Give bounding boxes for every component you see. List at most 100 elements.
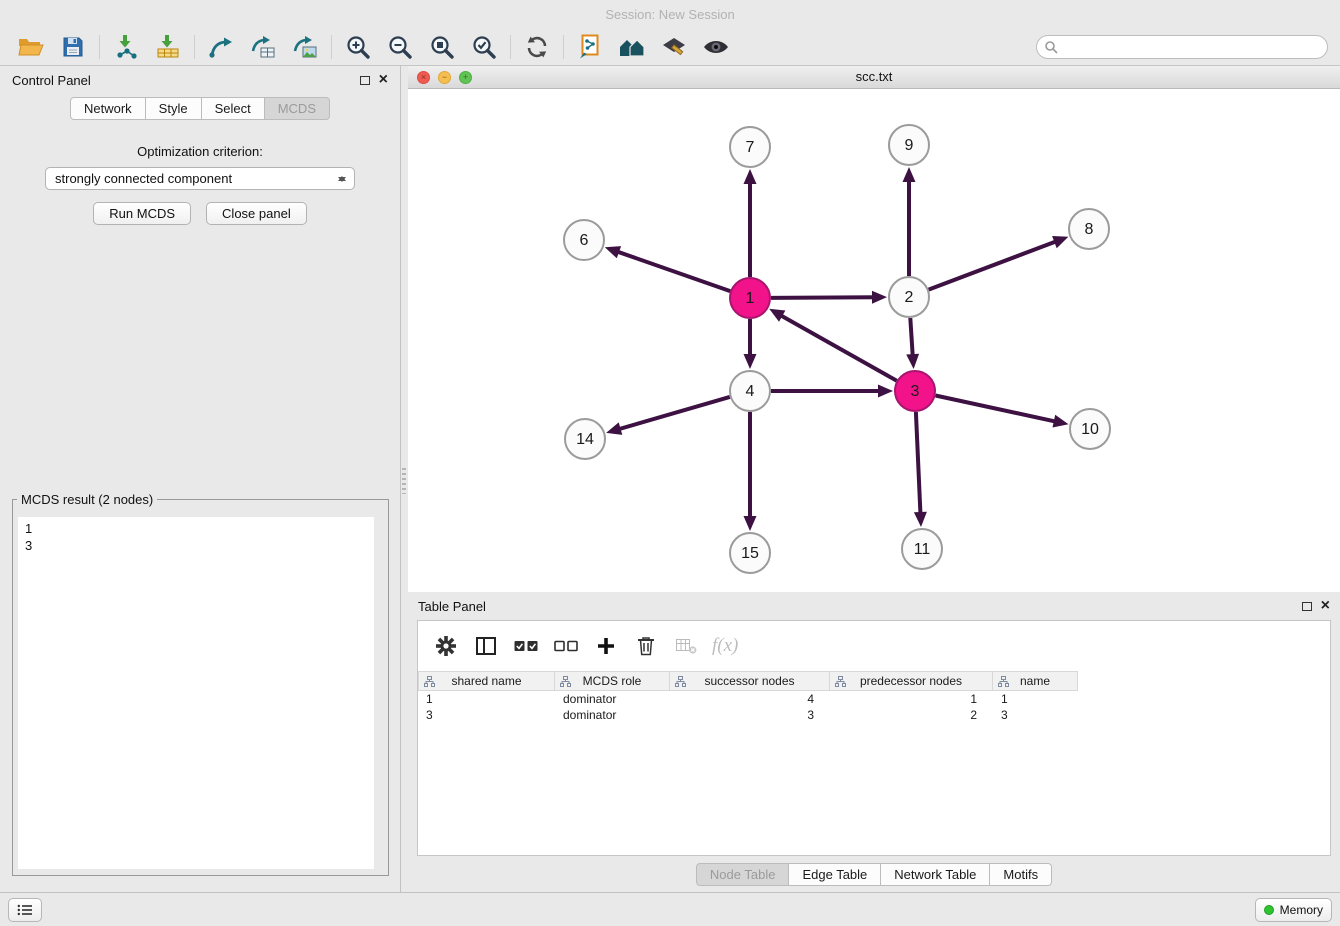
edge-arrowhead xyxy=(914,512,927,527)
graph-edge-2-8[interactable] xyxy=(929,241,1058,290)
column-header-mcds-role[interactable]: MCDS role xyxy=(555,671,670,691)
network-overview-button[interactable] xyxy=(569,31,611,63)
toggle-column-button[interactable] xyxy=(470,629,502,663)
table-cell: 3 xyxy=(670,707,830,723)
mcds-panel: Optimization criterion: strongly connect… xyxy=(0,144,400,225)
zoom-selected-button[interactable] xyxy=(463,31,505,63)
graph-edge-3-1[interactable] xyxy=(780,315,897,381)
search-input[interactable] xyxy=(1036,35,1328,59)
delete-row-button[interactable] xyxy=(630,629,662,663)
memory-dot-icon xyxy=(1264,905,1274,915)
optimization-select[interactable]: strongly connected component xyxy=(45,167,355,190)
memory-button[interactable]: Memory xyxy=(1255,898,1332,922)
network-canvas[interactable]: 7968124314101511 xyxy=(408,89,1340,593)
column-header-label: MCDS role xyxy=(583,674,642,688)
edge-arrowhead xyxy=(903,167,916,182)
tab-edge-table[interactable]: Edge Table xyxy=(789,863,881,886)
graph-node-label: 14 xyxy=(576,431,594,448)
column-header-name[interactable]: name xyxy=(993,671,1078,691)
export-table-button[interactable] xyxy=(242,31,284,63)
graph-node-label: 3 xyxy=(911,383,920,400)
table-cell: dominator xyxy=(555,707,670,723)
panel-divider[interactable] xyxy=(401,66,408,892)
function-builder-button[interactable]: f(x) xyxy=(712,635,738,657)
list-icon xyxy=(17,904,33,916)
status-bar: Memory xyxy=(0,892,1340,926)
edge-arrowhead xyxy=(605,246,621,258)
export-network-button[interactable] xyxy=(200,31,242,63)
zoom-fit-button[interactable] xyxy=(421,31,463,63)
run-mcds-button[interactable]: Run MCDS xyxy=(93,202,191,225)
deselect-all-button[interactable] xyxy=(550,629,582,663)
tab-motifs[interactable]: Motifs xyxy=(990,863,1052,886)
table-cell: 3 xyxy=(993,707,1078,723)
graph-edge-3-10[interactable] xyxy=(936,396,1057,422)
network-view-window: × − + scc.txt 7968124314101511 xyxy=(408,66,1340,592)
search-icon xyxy=(1044,40,1058,57)
close-window-button[interactable]: × xyxy=(417,71,430,84)
plus-icon xyxy=(597,637,615,655)
save-icon xyxy=(61,35,85,59)
mcds-result-list[interactable]: 13 xyxy=(18,517,374,869)
result-line: 3 xyxy=(25,537,367,554)
graph-node-label: 10 xyxy=(1081,421,1099,438)
export-image-button[interactable] xyxy=(284,31,326,63)
select-all-button[interactable] xyxy=(510,629,542,663)
table-tabs: Node TableEdge TableNetwork TableMotifs xyxy=(408,856,1340,892)
zoom-out-button[interactable] xyxy=(379,31,421,63)
add-row-button[interactable] xyxy=(590,629,622,663)
column-header-label: name xyxy=(1020,674,1050,688)
visual-style-button[interactable] xyxy=(653,31,695,63)
column-header-shared-name[interactable]: shared name xyxy=(418,671,555,691)
column-header-predecessor-nodes[interactable]: predecessor nodes xyxy=(830,671,993,691)
close-panel-icon[interactable]: × xyxy=(379,72,388,88)
open-session-button[interactable] xyxy=(10,31,52,63)
network-window-titlebar[interactable]: × − + scc.txt xyxy=(408,66,1340,89)
column-header-successor-nodes[interactable]: successor nodes xyxy=(670,671,830,691)
tab-mcds[interactable]: MCDS xyxy=(265,97,330,120)
table-cell: 1 xyxy=(418,691,555,707)
save-session-button[interactable] xyxy=(52,31,94,63)
zoom-in-button[interactable] xyxy=(337,31,379,63)
float-panel-icon[interactable] xyxy=(360,76,370,85)
refresh-layout-button[interactable] xyxy=(516,31,558,63)
graph-edge-2-3[interactable] xyxy=(910,318,913,357)
graph-node-label: 1 xyxy=(746,290,755,307)
graph-edge-1-2[interactable] xyxy=(771,297,875,298)
graph-edge-1-6[interactable] xyxy=(616,251,730,291)
folder-open-icon xyxy=(17,35,45,59)
zoom-in-icon xyxy=(345,34,371,60)
edge-arrowhead xyxy=(1052,236,1068,248)
close-panel-button[interactable]: Close panel xyxy=(206,202,307,225)
column-header-label: predecessor nodes xyxy=(860,674,962,688)
table-close-icon[interactable]: × xyxy=(1321,598,1330,614)
tab-style[interactable]: Style xyxy=(146,97,202,120)
window-titlebar[interactable]: Session: New Session xyxy=(0,0,1340,28)
cybrowser-home-button[interactable] xyxy=(611,31,653,63)
table-row[interactable]: 3dominator323 xyxy=(418,707,1330,723)
import-table-button[interactable] xyxy=(147,31,189,63)
graph-edge-4-14[interactable] xyxy=(618,397,730,430)
edge-arrowhead xyxy=(744,354,757,369)
table-row[interactable]: 1dominator411 xyxy=(418,691,1330,707)
delete-column-button[interactable] xyxy=(670,629,702,663)
command-panel-button[interactable] xyxy=(8,898,42,922)
toolbar-separator xyxy=(563,35,564,59)
minimize-window-button[interactable]: − xyxy=(438,71,451,84)
columns-icon xyxy=(476,637,496,655)
zoom-window-button[interactable]: + xyxy=(459,71,472,84)
sort-icon xyxy=(675,676,686,687)
graph-edge-3-11[interactable] xyxy=(916,412,921,515)
toolbar-separator xyxy=(510,35,511,59)
graph-node-label: 7 xyxy=(746,139,755,156)
table-settings-button[interactable] xyxy=(430,629,462,663)
tab-node-table[interactable]: Node Table xyxy=(696,863,790,886)
table-float-icon[interactable] xyxy=(1302,602,1312,611)
tab-network[interactable]: Network xyxy=(70,97,146,120)
tab-network-table[interactable]: Network Table xyxy=(881,863,990,886)
tab-select[interactable]: Select xyxy=(202,97,265,120)
network-graph: 7968124314101511 xyxy=(408,89,1340,592)
import-network-button[interactable] xyxy=(105,31,147,63)
graphics-details-button[interactable] xyxy=(695,31,737,63)
graph-node-label: 9 xyxy=(905,137,914,154)
